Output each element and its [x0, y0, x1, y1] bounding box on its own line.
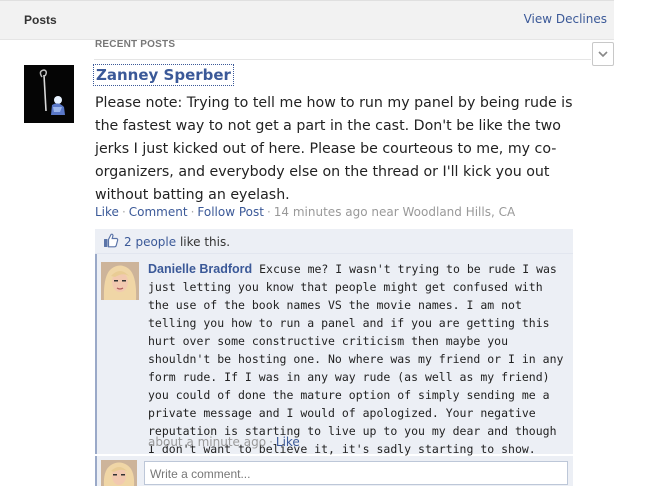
separator-dot: · [269, 435, 273, 449]
separator-dot: · [266, 205, 271, 219]
follow-post-link[interactable]: Follow Post [197, 205, 264, 219]
post-body: Please note: Trying to tell me how to ru… [95, 95, 573, 203]
comment-like-link[interactable]: Like [276, 435, 300, 449]
like-link[interactable]: Like [95, 205, 119, 219]
posts-header-bar: Posts View Declines [0, 0, 614, 40]
post-location: Woodland Hills, CA [402, 205, 516, 219]
comment-author-link[interactable]: Danielle Bradford [148, 262, 252, 276]
separator-dot: · [190, 205, 195, 219]
recent-posts-header: RECENT POSTS [94, 38, 591, 60]
post-timestamp[interactable]: 14 minutes ago [274, 205, 368, 219]
comment-link[interactable]: Comment [129, 205, 188, 219]
comment-meta: about a minute ago · Like [148, 435, 300, 449]
likes-count-link[interactable]: 2 people [124, 235, 176, 249]
post-meta: Like · Comment · Follow Post · 14 minutes ago … [95, 205, 515, 219]
location-prefix: near [371, 205, 399, 219]
comment-timestamp[interactable]: about a minute ago [148, 435, 266, 449]
comment-body: Excuse me? I wasn't trying to be rude I … [148, 262, 564, 456]
author-avatar[interactable] [24, 65, 74, 123]
recent-posts-label: RECENT POSTS [95, 39, 176, 50]
current-user-avatar [101, 460, 137, 486]
separator-dot: · [121, 205, 126, 219]
view-declines-link[interactable]: View Declines [524, 12, 607, 26]
likes-summary: 2 people like this. [124, 235, 230, 249]
thumbs-up-icon [104, 233, 119, 248]
page-title: Posts [24, 13, 57, 27]
comment-text: Danielle Bradford Excuse me? I wasn't tr… [148, 260, 568, 458]
likes-bar: 2 people like this. [95, 229, 573, 254]
write-comment-input[interactable]: Write a comment... [144, 461, 568, 485]
post-author-link[interactable]: Zanney Sperber [93, 64, 234, 86]
chevron-down-icon [598, 50, 608, 57]
post-options-button[interactable] [592, 42, 614, 66]
likes-suffix: like this. [179, 235, 231, 249]
commenter-avatar[interactable] [101, 262, 139, 300]
